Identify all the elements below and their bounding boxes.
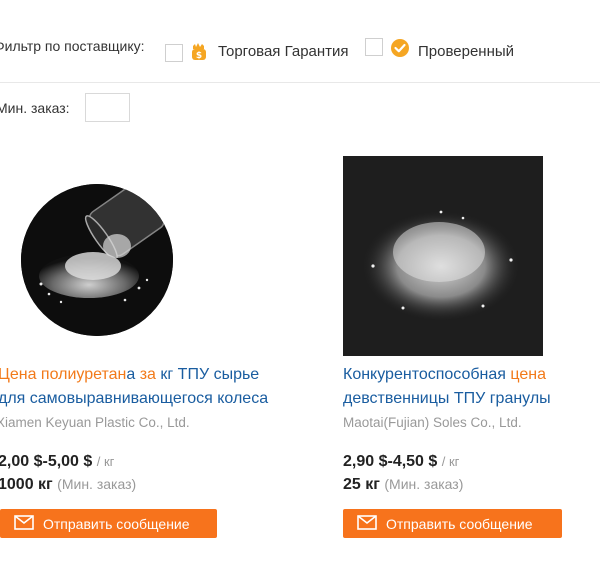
trade-assurance-label: Торговая Гарантия <box>218 43 349 60</box>
title-line-2: девственницы ТПУ гранулы <box>343 390 551 407</box>
price-unit: / кг <box>441 454 460 469</box>
min-order-quantity: 25 кг (Мин. заказ) <box>343 476 463 494</box>
price-unit: / кг <box>96 454 115 469</box>
supplier-company[interactable]: Maotai(Fujian) Soles Co., Ltd. <box>343 415 522 430</box>
title-part: а <box>126 366 140 383</box>
envelope-icon <box>14 514 34 533</box>
title-part: Цена полиуретан <box>0 366 127 383</box>
title-part: Конкурентоспособная <box>343 366 511 383</box>
verified-supplier-checkbox[interactable] <box>365 38 383 56</box>
envelope-icon <box>357 514 377 533</box>
send-message-button[interactable]: Отправить сообщение <box>343 509 562 538</box>
product-title[interactable]: Конкурентоспособная цена девственницы ТП… <box>343 363 551 411</box>
title-part: за <box>139 366 156 383</box>
moq-value: 25 кг <box>343 476 380 493</box>
product-title[interactable]: Цена полиуретана за кг ТПУ сырье для сам… <box>0 363 268 411</box>
title-line-2: для самовыравнивающегося колеса <box>0 390 269 407</box>
moq-value: 1000 кг <box>0 476 53 493</box>
product-card: Цена полиуретана за кг ТПУ сырье для сам… <box>0 150 300 560</box>
product-card: Конкурентоспособная цена девственницы ТП… <box>300 150 600 560</box>
supplier-company[interactable]: Xiamen Keyuan Plastic Co., Ltd. <box>0 415 190 430</box>
price-value: 2,00 $-5,00 $ <box>0 453 93 470</box>
supplier-filter-label: Фильтр по поставщику: <box>0 38 145 54</box>
price-range: 2,00 $-5,00 $ / кг <box>0 453 114 471</box>
moq-note: (Мин. заказ) <box>57 476 137 492</box>
send-message-button[interactable]: Отправить сообщение <box>0 509 217 538</box>
tpu-granules-pile-image[interactable] <box>343 156 543 356</box>
price-range: 2,90 $-4,50 $ / кг <box>343 453 459 471</box>
verified-supplier-label: Проверенный <box>418 43 515 60</box>
min-order-quantity: 1000 кг (Мин. заказ) <box>0 476 136 494</box>
price-value: 2,90 $-4,50 $ <box>343 453 438 470</box>
tpu-pellets-jar-image[interactable] <box>21 184 173 336</box>
supplier-filter-bar: Фильтр по поставщику: $ Торговая Гаранти… <box>0 0 600 83</box>
trade-assurance-icon: $ <box>190 42 208 61</box>
verified-supplier-icon <box>390 38 409 57</box>
title-part: цена <box>510 366 547 383</box>
svg-text:$: $ <box>196 51 202 61</box>
send-message-label: Отправить сообщение <box>43 515 190 532</box>
title-part: кг ТПУ сырье <box>155 366 260 383</box>
trade-assurance-checkbox[interactable] <box>165 44 183 62</box>
send-message-label: Отправить сообщение <box>386 515 533 532</box>
min-order-input[interactable] <box>85 93 130 122</box>
min-order-label: Мин. заказ: <box>0 100 70 116</box>
moq-note: (Мин. заказ) <box>384 476 464 492</box>
